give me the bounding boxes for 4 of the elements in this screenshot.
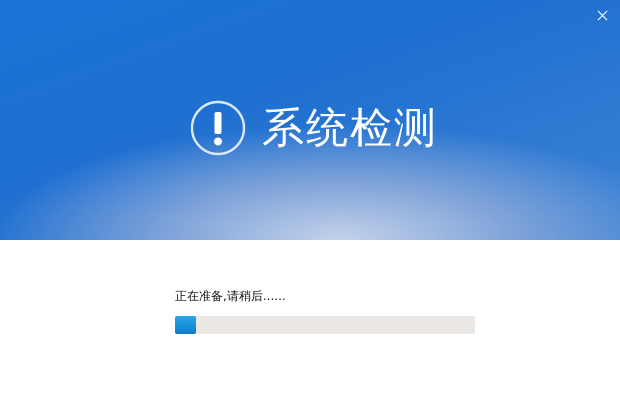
close-icon[interactable]	[597, 10, 608, 21]
status-text: 正在准备,请稍后......	[175, 288, 287, 305]
window-title: 系统检测	[262, 102, 438, 154]
alert-icon	[190, 100, 246, 156]
